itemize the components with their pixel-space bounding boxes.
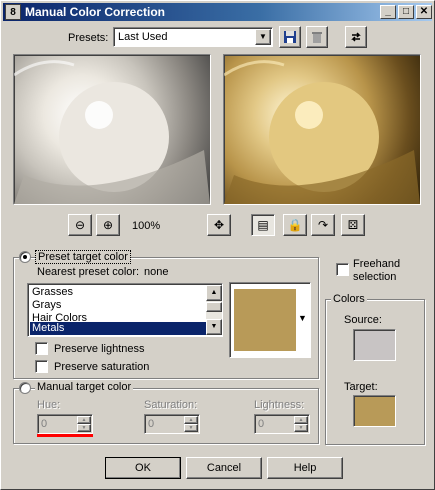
after-preview-image[interactable]	[223, 54, 421, 205]
saturation-value: 0	[148, 418, 155, 430]
nearest-preset-label: Nearest preset color:	[37, 266, 140, 278]
target-color-preview	[234, 289, 296, 351]
lock-button[interactable]: 🔒	[283, 214, 307, 236]
minimize-button[interactable]: _	[380, 5, 396, 19]
presets-label: Presets:	[68, 32, 109, 44]
proof-button[interactable]: ▤	[251, 214, 275, 236]
title-bar[interactable]: 8 Manual Color Correction _ □ ✕	[3, 3, 432, 21]
randomize-button[interactable]: ⚄	[341, 214, 365, 236]
target-label: Target:	[344, 381, 378, 393]
preserve-saturation-label: Preserve saturation	[54, 361, 150, 373]
list-item[interactable]: Grays	[30, 299, 202, 312]
target-color-picker[interactable]: ▼	[229, 282, 311, 358]
list-item[interactable]: Grasses	[30, 286, 202, 299]
reset-button[interactable]	[345, 26, 367, 48]
source-color-swatch	[353, 329, 396, 361]
hue-value: 0	[41, 418, 48, 430]
preserve-lightness-label: Preserve lightness	[54, 343, 145, 355]
colors-group-label: Colors	[331, 293, 367, 305]
preserve-lightness-checkbox[interactable]	[35, 342, 48, 355]
zoom-in-button[interactable]: ⊕	[96, 214, 120, 236]
saturation-label: Saturation:	[144, 399, 198, 411]
save-preset-button[interactable]	[279, 26, 301, 48]
spin-down-icon[interactable]: ▼	[294, 424, 308, 432]
pearl-after-graphic	[224, 60, 420, 204]
lightness-spinner[interactable]: 0 ▲ ▼	[254, 414, 310, 434]
source-label: Source:	[344, 314, 382, 326]
pan-icon: ✥	[213, 218, 225, 232]
preset-target-label[interactable]: Preset target color	[35, 250, 131, 264]
reset-icon	[351, 32, 361, 42]
manual-target-label[interactable]: Manual target color	[35, 381, 134, 393]
lightness-value: 0	[258, 418, 265, 430]
lock-icon: 🔒	[287, 218, 303, 232]
freehand-label-line1: Freehand	[353, 258, 401, 270]
target-color-swatch	[353, 395, 396, 427]
link-icon: ↷	[317, 218, 329, 232]
zoom-out-button[interactable]: ⊖	[68, 214, 92, 236]
list-item-selected[interactable]: Metals	[30, 322, 206, 335]
link-button[interactable]: ↷	[311, 214, 335, 236]
preset-color-list[interactable]: Grasses Grays Hair Colors Metals ▲ ▼	[27, 283, 223, 337]
scroll-thumb[interactable]	[206, 302, 222, 312]
pearl-before-graphic	[14, 60, 210, 204]
freehand-label-line2: selection	[353, 271, 397, 283]
delete-preset-button[interactable]	[306, 26, 328, 48]
trash-icon	[312, 32, 322, 43]
lightness-label: Lightness:	[254, 399, 305, 411]
list-scrollbar[interactable]: ▲ ▼	[206, 285, 222, 335]
spin-up-icon[interactable]: ▲	[294, 416, 308, 424]
cancel-button[interactable]: Cancel	[186, 457, 262, 479]
close-button[interactable]: ✕	[416, 5, 432, 19]
spin-down-icon[interactable]: ▼	[184, 424, 198, 432]
proof-icon: ▤	[257, 218, 269, 232]
hue-bar	[37, 434, 93, 437]
spin-up-icon[interactable]: ▲	[184, 416, 198, 424]
freehand-selection-checkbox[interactable]	[336, 263, 349, 276]
presets-value: Last Used	[118, 31, 168, 43]
help-button[interactable]: Help	[267, 457, 343, 479]
window-title: Manual Color Correction	[25, 5, 166, 19]
scroll-up-icon[interactable]: ▲	[206, 285, 222, 301]
randomize-icon: ⚄	[347, 218, 359, 232]
pan-button[interactable]: ✥	[207, 214, 231, 236]
before-preview-image[interactable]	[13, 54, 211, 205]
ok-button[interactable]: OK	[105, 457, 181, 479]
hue-spinner[interactable]: 0 ▲ ▼	[37, 414, 93, 434]
maximize-button[interactable]: □	[398, 5, 414, 19]
app-icon: 8	[5, 4, 21, 20]
zoom-in-icon: ⊕	[102, 218, 114, 232]
presets-dropdown[interactable]: Last Used ▼	[113, 27, 273, 47]
scroll-down-icon[interactable]: ▼	[206, 319, 222, 335]
nearest-preset-value: none	[144, 266, 169, 278]
manual-target-radio[interactable]	[19, 382, 31, 394]
spin-down-icon[interactable]: ▼	[77, 424, 91, 432]
hue-label: Hue:	[37, 399, 61, 411]
preset-target-radio[interactable]	[19, 251, 31, 263]
dialog-window: 8 Manual Color Correction _ □ ✕ Presets:…	[0, 0, 435, 490]
picker-arrow-icon[interactable]: ▼	[298, 313, 307, 323]
saturation-spinner[interactable]: 0 ▲ ▼	[144, 414, 200, 434]
chevron-down-icon[interactable]: ▼	[255, 29, 271, 45]
save-icon	[284, 31, 296, 43]
zoom-level: 100%	[132, 220, 161, 232]
spin-up-icon[interactable]: ▲	[77, 416, 91, 424]
preserve-saturation-checkbox[interactable]	[35, 360, 48, 373]
zoom-out-icon: ⊖	[74, 218, 86, 232]
